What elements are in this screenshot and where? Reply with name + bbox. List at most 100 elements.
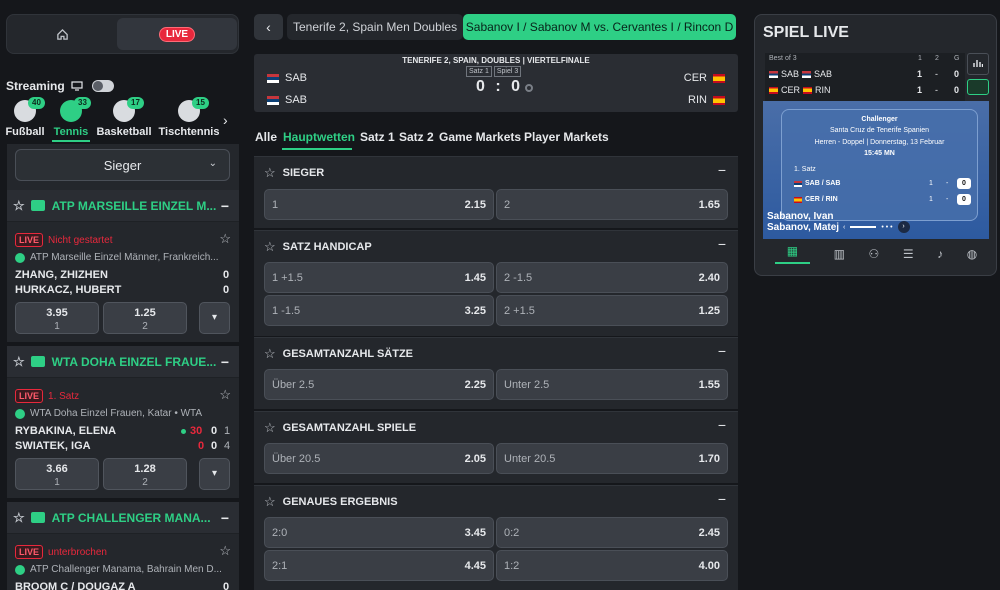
collapse-icon[interactable]: − <box>221 354 229 370</box>
back-button[interactable]: ‹ <box>254 14 283 40</box>
sport-football[interactable]: 40 Fußball <box>4 97 46 138</box>
odd-button[interactable]: 1 -1.5 3.25 <box>264 295 494 326</box>
market-correct-score: ☆ GENAUES ERGEBNIS − 2:0 3.45 0:2 2.45 2:1 4… <box>254 485 738 590</box>
chevron-right-icon[interactable]: › <box>223 112 228 128</box>
collapse-icon[interactable]: − <box>718 236 726 252</box>
competition-header[interactable]: ☆ ATP CHALLENGER MANA... − <box>7 502 239 534</box>
odd-button[interactable]: 2 +1.5 1.25 <box>496 295 728 326</box>
spain-flag-icon <box>713 95 725 105</box>
chevron-right-icon[interactable]: › <box>897 221 910 233</box>
lineup-icon[interactable]: ⚇ <box>869 247 880 261</box>
collapse-icon[interactable]: − <box>718 491 726 507</box>
odd-label: 2:0 <box>272 526 288 539</box>
sport-label: Basketball <box>96 126 152 138</box>
tab-satz-1[interactable]: Satz 1 <box>360 130 395 144</box>
card-time: 15:45 MN <box>864 150 895 157</box>
match-card[interactable]: LIVE Nicht gestartet ☆ ATP Marseille Ein… <box>7 222 239 342</box>
odd-button[interactable]: 2 1.65 <box>496 189 728 220</box>
tab-satz-2[interactable]: Satz 2 <box>399 130 434 144</box>
odd-button[interactable]: 1.28 2 <box>103 458 187 490</box>
market-header[interactable]: ☆ GESAMTANZAHL SÄTZE <box>264 346 413 362</box>
match-card[interactable]: LIVE 1. Satz ☆ WTA Doha Einzel Frauen, K… <box>7 378 239 498</box>
match-status: LIVE Nicht gestartet <box>15 233 113 247</box>
breadcrumb-competition[interactable]: Tenerife 2, Spain Men Doubles <box>287 14 464 40</box>
odd-button[interactable]: Über 20.5 2.05 <box>264 443 494 474</box>
odd-button[interactable]: 1:2 4.00 <box>496 550 728 581</box>
microphone-icon[interactable]: ♪ <box>937 247 943 261</box>
star-icon[interactable]: ☆ <box>219 543 231 559</box>
spain-flag-icon <box>713 73 725 83</box>
odd-button[interactable]: 2:0 3.45 <box>264 517 494 548</box>
chevron-left-icon[interactable]: ‹ <box>843 224 845 231</box>
odd-button[interactable]: 0:2 2.45 <box>496 517 728 548</box>
odd-button[interactable]: 2:1 4.45 <box>264 550 494 581</box>
col-set-1: 1 <box>918 55 922 62</box>
list-icon[interactable]: ☰ <box>903 247 914 261</box>
collapse-icon[interactable]: − <box>221 510 229 526</box>
player-code: RIN <box>815 85 831 95</box>
odd-value: 2.15 <box>464 198 486 211</box>
star-icon[interactable]: ☆ <box>13 354 25 370</box>
stats-bar-icon[interactable] <box>967 53 989 75</box>
breadcrumb-event[interactable]: Sabanov I / Sabanov M vs. Cervantes I / … <box>463 14 736 40</box>
ball-icon[interactable]: ◍ <box>967 247 977 261</box>
match-league: ATP Challenger Manama, Bahrain Men D... <box>15 564 225 575</box>
sport-basketball[interactable]: 17 Basketball <box>94 97 154 138</box>
sport-tennis[interactable]: 33 Tennis <box>50 97 92 138</box>
odd-button[interactable]: 1.25 2 <box>103 302 187 334</box>
card-set-score: 1 <box>929 196 933 203</box>
star-icon[interactable]: ☆ <box>264 494 276 510</box>
star-icon[interactable]: ☆ <box>264 239 276 255</box>
star-icon[interactable]: ☆ <box>13 510 25 526</box>
scoreboard: TENERIFE 2, SPAIN, DOUBLES | VIERTELFINA… <box>254 54 738 112</box>
odd-button[interactable]: Unter 2.5 1.55 <box>496 369 728 400</box>
star-icon[interactable]: ☆ <box>264 420 276 436</box>
market-header[interactable]: ☆ SIEGER <box>264 165 324 181</box>
match-score: 0 : 0 <box>476 78 524 95</box>
home-tab[interactable] <box>7 15 117 53</box>
best-of-label: Best of 3 <box>769 55 797 62</box>
tab-game-markets[interactable]: Game Markets <box>439 130 521 144</box>
tab-player-markets[interactable]: Player Markets <box>524 130 609 144</box>
star-icon[interactable]: ☆ <box>264 165 276 181</box>
collapse-icon[interactable]: − <box>718 162 726 178</box>
market-header[interactable]: ☆ GENAUES ERGEBNIS <box>264 494 398 510</box>
competition-header[interactable]: ☆ ATP MARSEILLE EINZEL M... − <box>7 190 239 222</box>
odd-button[interactable]: Unter 20.5 1.70 <box>496 443 728 474</box>
star-icon[interactable]: ☆ <box>219 387 231 403</box>
odd-button[interactable]: 1 +1.5 1.45 <box>264 262 494 293</box>
live-tab[interactable]: LIVE <box>117 18 237 50</box>
globe-icon <box>15 252 25 263</box>
market-header[interactable]: ☆ GESAMTANZAHL SPIELE <box>264 420 416 436</box>
star-icon[interactable]: ☆ <box>219 231 231 247</box>
odd-button[interactable]: 3.95 1 <box>15 302 99 334</box>
scoreboard-icon[interactable]: ▦ <box>774 244 811 264</box>
more-markets-button[interactable]: ▾ <box>199 302 230 334</box>
collapse-icon[interactable]: − <box>221 198 229 214</box>
streaming-toggle[interactable] <box>91 80 114 92</box>
sport-table-tennis[interactable]: 15 Tischtennis <box>158 97 220 138</box>
market-select[interactable]: Sieger ⌄ <box>15 149 230 181</box>
match-card[interactable]: LIVE unterbrochen ☆ ATP Challenger Manam… <box>7 534 239 590</box>
star-icon[interactable]: ☆ <box>264 346 276 362</box>
competition-header[interactable]: ☆ WTA DOHA EINZEL FRAUE... − <box>7 346 239 378</box>
video-icon[interactable] <box>967 79 989 95</box>
tab-alle[interactable]: Alle <box>255 130 277 144</box>
market-winner: ☆ SIEGER − 1 2.15 2 1.65 <box>254 156 738 228</box>
live-badge: LIVE <box>158 26 196 42</box>
tab-hauptwetten[interactable]: Hauptwetten <box>283 130 355 144</box>
star-icon[interactable]: ☆ <box>13 198 25 214</box>
score-home: 0 <box>223 581 230 590</box>
odd-button[interactable]: 2 -1.5 2.40 <box>496 262 728 293</box>
more-markets-button[interactable]: ▾ <box>199 458 230 490</box>
odd-button[interactable]: 3.66 1 <box>15 458 99 490</box>
odd-button[interactable]: Über 2.5 2.25 <box>264 369 494 400</box>
odd-button[interactable]: 1 2.15 <box>264 189 494 220</box>
competition-name: ATP CHALLENGER MANA... <box>51 510 211 525</box>
market-header[interactable]: ☆ SATZ HANDICAP <box>264 239 372 255</box>
stats-icon[interactable]: ▥ <box>834 247 845 261</box>
collapse-icon[interactable]: − <box>718 343 726 359</box>
market-title: SATZ HANDICAP <box>282 241 372 253</box>
collapse-icon[interactable]: − <box>718 417 726 433</box>
odd-value: 1.28 <box>134 463 156 475</box>
